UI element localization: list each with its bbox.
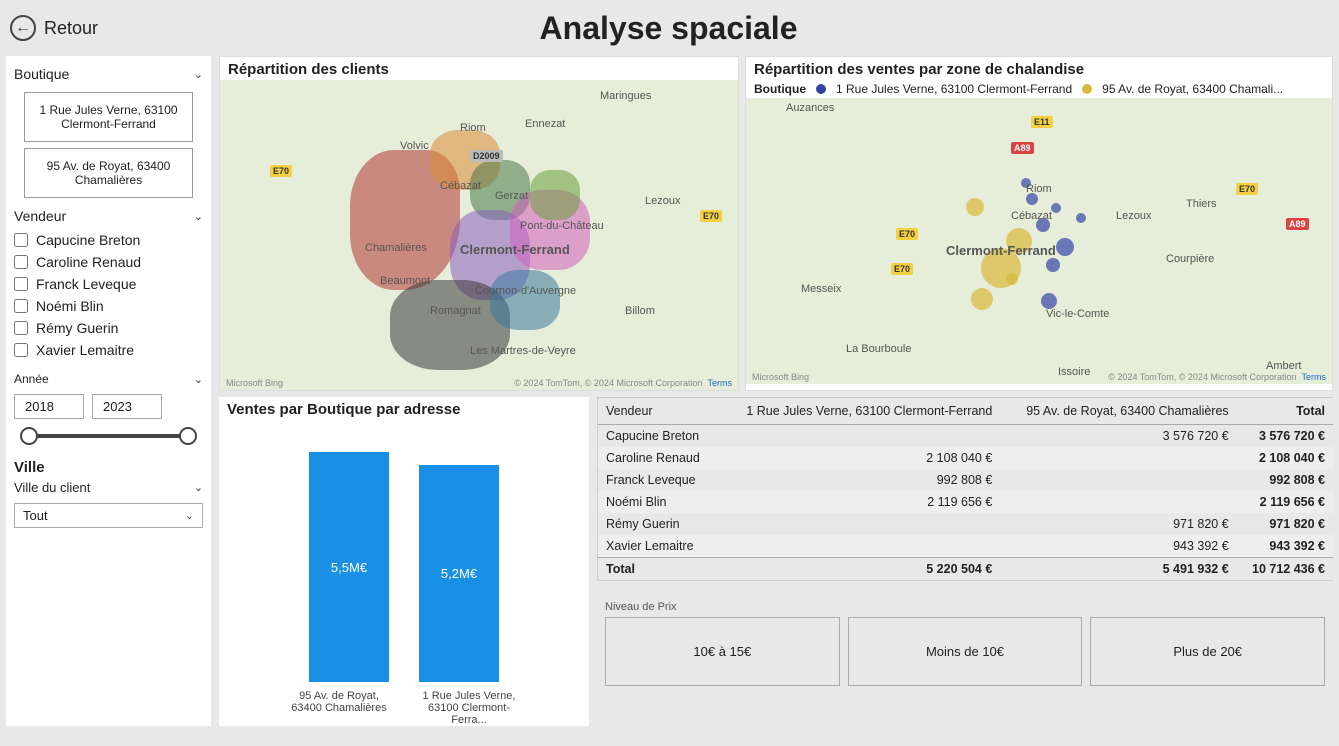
boutique-option-2[interactable]: 95 Av. de Royat, 63400 Chamalières	[24, 148, 193, 198]
map1-title: Répartition des clients	[220, 57, 738, 80]
boutique-label: Boutique	[14, 66, 69, 82]
ville-dropdown[interactable]: Tout ⌄	[14, 503, 203, 528]
year-min-input[interactable]: 2018	[14, 394, 84, 419]
sales-table[interactable]: Vendeur 1 Rue Jules Verne, 63100 Clermon…	[598, 398, 1333, 580]
legend-item-2: 95 Av. de Royat, 63400 Chamali...	[1102, 82, 1283, 96]
th-boutique2[interactable]: 95 Av. de Royat, 63400 Chamalières	[1000, 398, 1236, 425]
chevron-down-icon: ⌄	[194, 373, 203, 386]
ville-label: Ville	[14, 459, 203, 476]
boutique-option-1[interactable]: 1 Rue Jules Verne, 63100 Clermont-Ferran…	[24, 92, 193, 142]
vendeur-checkbox-3[interactable]: Noémi Blin	[14, 298, 203, 314]
ville-sub-label: Ville du client	[14, 480, 90, 495]
ville-sub-header[interactable]: Ville du client ⌄	[14, 476, 203, 499]
year-max-input[interactable]: 2023	[92, 394, 162, 419]
bar-1[interactable]: 5,2M€	[419, 465, 499, 682]
bar-chart-title: Ventes par Boutique par adresse	[219, 397, 589, 420]
back-button[interactable]: ← Retour	[10, 15, 98, 41]
prix-option-2[interactable]: Plus de 20€	[1090, 617, 1325, 686]
bar-0[interactable]: 5,5M€	[309, 452, 389, 682]
vendeur-label: Vendeur	[14, 208, 66, 224]
th-vendeur[interactable]: Vendeur	[598, 398, 717, 425]
prix-option-1[interactable]: Moins de 10€	[848, 617, 1083, 686]
vendeur-checkbox-4[interactable]: Rémy Guerin	[14, 320, 203, 336]
bar-chart-panel: Ventes par Boutique par adresse 5,5M€ 5,…	[219, 397, 589, 726]
table-total-row: Total5 220 504 €5 491 932 €10 712 436 €	[598, 558, 1333, 581]
map1-terms-link[interactable]: Terms	[708, 378, 733, 388]
legend-dot-blue	[816, 84, 826, 94]
vendeur-filter-header[interactable]: Vendeur ⌄	[14, 204, 203, 228]
vendeur-checkbox-1[interactable]: Caroline Renaud	[14, 254, 203, 270]
chevron-down-icon: ⌄	[194, 68, 203, 81]
th-boutique1[interactable]: 1 Rue Jules Verne, 63100 Clermont-Ferran…	[717, 398, 1000, 425]
map-clients-panel: Répartition des clients Maringues Riom E…	[219, 56, 739, 391]
vendeur-checkbox-0[interactable]: Capucine Breton	[14, 232, 203, 248]
table-row: Franck Leveque992 808 €992 808 €	[598, 469, 1333, 491]
table-row: Xavier Lemaitre943 392 €943 392 €	[598, 535, 1333, 558]
annee-filter-header[interactable]: Année ⌄	[14, 368, 203, 390]
th-total[interactable]: Total	[1237, 398, 1333, 425]
table-row: Capucine Breton3 576 720 €3 576 720 €	[598, 425, 1333, 448]
legend-label: Boutique	[754, 82, 806, 96]
vendeur-checkbox-2[interactable]: Franck Leveque	[14, 276, 203, 292]
map2-terms-link[interactable]: Terms	[1302, 372, 1327, 382]
slider-thumb-max[interactable]	[179, 427, 197, 445]
map1-attribution: Microsoft Bing	[226, 378, 283, 388]
bar-chart[interactable]: 5,5M€ 5,2M€	[219, 432, 589, 682]
table-row: Noémi Blin2 119 656 €2 119 656 €	[598, 491, 1333, 513]
table-row: Caroline Renaud2 108 040 €2 108 040 €	[598, 447, 1333, 469]
annee-label: Année	[14, 372, 49, 386]
chevron-down-icon: ⌄	[194, 481, 203, 494]
page-title: Analyse spaciale	[98, 10, 1239, 47]
map1-canvas[interactable]: Maringues Riom Ennezat Volvic Cébazat Ge…	[220, 80, 738, 390]
back-label: Retour	[44, 18, 98, 39]
year-range-slider[interactable]	[16, 425, 201, 447]
chevron-down-icon: ⌄	[185, 509, 194, 522]
map-sales-panel: Répartition des ventes par zone de chala…	[745, 56, 1333, 391]
legend-item-1: 1 Rue Jules Verne, 63100 Clermont-Ferran…	[836, 82, 1072, 96]
bar-label-0: 95 Av. de Royat, 63400 Chamalières	[289, 690, 389, 726]
map2-canvas[interactable]: Auzances Riom Cébazat Lezoux Thiers Cler…	[746, 98, 1332, 384]
map2-title: Répartition des ventes par zone de chala…	[746, 57, 1332, 80]
filter-sidebar: Boutique ⌄ 1 Rue Jules Verne, 63100 Cler…	[6, 56, 211, 726]
slider-thumb-min[interactable]	[20, 427, 38, 445]
map2-attribution: Microsoft Bing	[752, 372, 809, 382]
prix-label: Niveau de Prix	[605, 601, 1325, 613]
sales-table-panel: Vendeur 1 Rue Jules Verne, 63100 Clermon…	[597, 397, 1333, 726]
bar-label-1: 1 Rue Jules Verne, 63100 Clermont-Ferra.…	[419, 690, 519, 726]
back-arrow-icon: ←	[10, 15, 36, 41]
legend-dot-yellow	[1082, 84, 1092, 94]
table-row: Rémy Guerin971 820 €971 820 €	[598, 513, 1333, 535]
vendeur-checkbox-5[interactable]: Xavier Lemaitre	[14, 342, 203, 358]
chevron-down-icon: ⌄	[194, 210, 203, 223]
prix-option-0[interactable]: 10€ à 15€	[605, 617, 840, 686]
boutique-filter-header[interactable]: Boutique ⌄	[14, 62, 203, 86]
